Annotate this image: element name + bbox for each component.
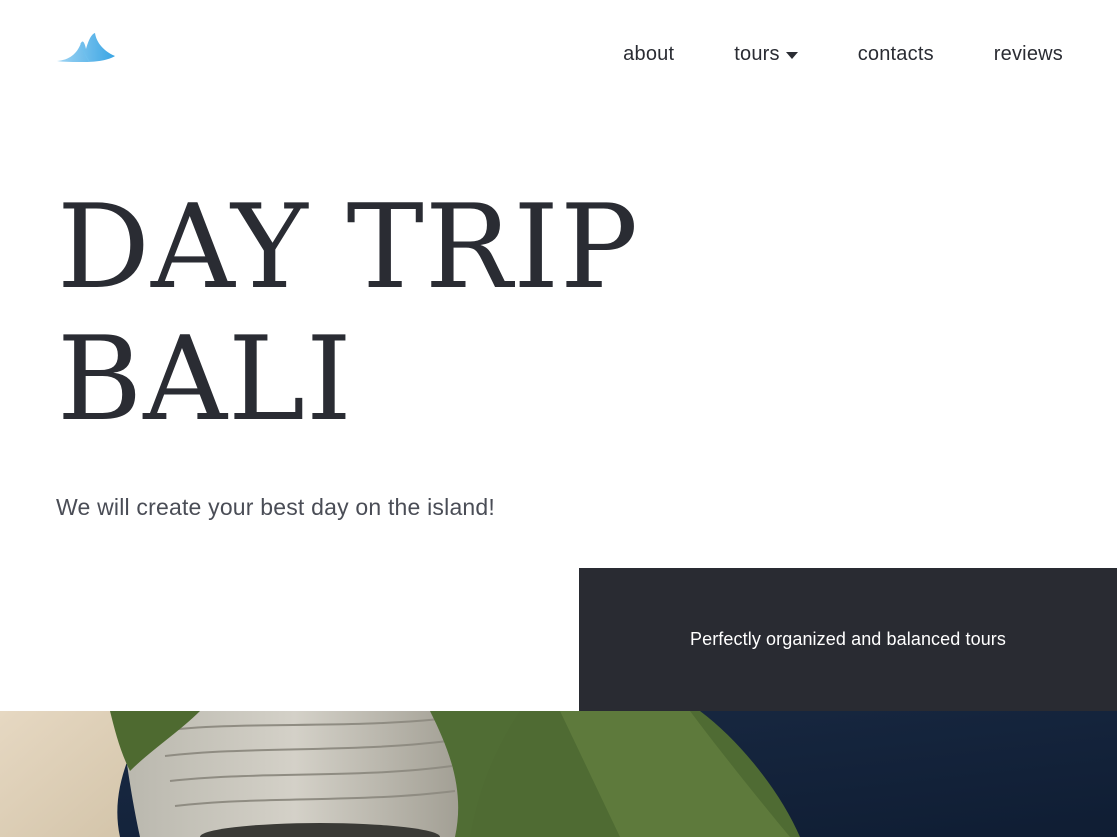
nav-about-link[interactable]: about [623, 42, 674, 66]
hero-title-line1: DAY TRIP [57, 180, 640, 315]
tagline-banner: Perfectly organized and balanced tours [579, 568, 1117, 711]
tagline-text: Perfectly organized and balanced tours [690, 629, 1006, 649]
manta-ray-logo-icon[interactable] [55, 30, 119, 66]
nav-contacts-link[interactable]: contacts [858, 42, 934, 66]
nav-tours-dropdown[interactable]: tours [734, 42, 798, 66]
aerial-coastline-cliff-image [0, 711, 1117, 837]
site-header: about tours contacts reviews [0, 0, 1117, 110]
nav-about-label: about [623, 43, 675, 65]
nav-contacts-label: contacts [857, 43, 934, 65]
main-nav: about tours contacts reviews [623, 42, 1063, 66]
hero-title: DAY TRIP BALI [57, 182, 639, 446]
nav-reviews-label: reviews [993, 43, 1063, 65]
nav-tours-label: tours [734, 43, 780, 65]
caret-down-icon [785, 51, 798, 59]
hero-subtitle: We will create your best day on the isla… [56, 494, 496, 520]
hero-title-line2: BALI [57, 312, 353, 447]
nav-reviews-link[interactable]: reviews [994, 42, 1063, 66]
